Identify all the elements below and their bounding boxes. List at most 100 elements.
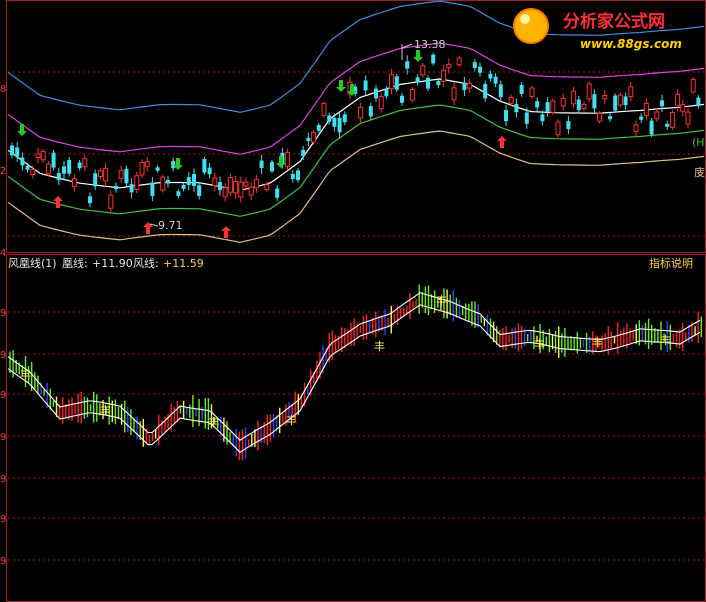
candle-body-down [504,110,508,122]
candle-body-down [62,166,66,174]
candle-body-down [129,184,134,193]
candle-body-down [368,106,373,117]
candle-body-up [108,194,114,209]
candle-body-up [134,175,140,190]
candle-body-down [176,191,181,196]
candle-body-down [394,76,399,90]
candle-body-up [643,103,649,117]
candle-body-down [472,62,477,68]
band-mid [7,78,705,191]
candle-body-up [654,111,660,120]
candle-body-up [97,170,103,177]
candle-body-up [45,163,51,175]
osc-left-tick: 9 [0,390,6,401]
candle-body-down [524,112,529,124]
candle-body-down [623,96,628,106]
candle-body-down [613,95,618,111]
candle-body-down [67,160,72,174]
osc-marker-glyph: 丰 [660,334,671,347]
candle-body-up [446,63,452,68]
arrow-down-icon [17,124,27,136]
candle-body-up [571,90,577,105]
candle-body-down [327,115,332,122]
watermark-logo: 分析家公式网 www.88gs.com [513,8,682,51]
candle-body-down [660,100,664,107]
candle-body-down [665,123,670,127]
osc-bars [9,284,702,461]
candle-body-down [259,160,264,168]
candle-body-up [243,181,249,187]
candle-body-down [181,184,186,189]
candle-body-down [337,117,342,133]
candle-body-up [680,104,686,112]
osc-marker-glyph: 丰 [286,414,297,427]
grid-lines [8,71,705,237]
candle-body-up [227,177,233,193]
candle-body-down [25,165,30,170]
candle-body-down [166,179,170,184]
candle-body-down [535,101,540,108]
osc-header-l1-value: +11.90 [92,257,133,270]
candle-body-down [540,114,545,122]
candle-body-down [342,114,347,123]
candle-body-up [311,131,317,143]
candle-body-up [586,83,592,100]
candle-body-up [103,168,109,182]
arrow-down-icon [276,156,286,168]
candle-body-down [478,66,482,73]
candle-body-up [144,161,150,168]
candle-body-up [30,169,36,175]
candle-body-down [202,159,207,173]
osc-help-link[interactable]: 指标说明 [649,256,693,270]
arrow-down-icon [336,80,346,92]
osc-marker-glyph: 丰 [534,338,545,351]
candle-body-down [649,120,654,135]
candle-body-up [675,93,681,107]
candle-body-up [685,111,691,125]
osc-grid [8,311,705,561]
candle-body-up [555,121,561,136]
watermark-ball-shine [520,14,530,24]
osc-markers: 丰丰丰 丰丰丰丰丰丰 [20,294,671,429]
candle-body-down [462,82,467,91]
right-marker-h: (H [692,136,705,149]
candle-body-up [71,178,77,188]
candle-body-down [218,182,222,191]
candle-body-down [493,76,498,84]
candle-body-up [617,94,623,106]
candle-body-up [669,112,675,128]
arrow-up-icon [497,136,507,148]
candle-body-up [118,170,124,179]
arrow-down-icon [413,50,423,62]
candle-body-down [431,54,436,64]
left-tick-top-1: 8 [0,84,6,95]
osc-header-name: 风凰线(1) [8,256,57,270]
candle-body-up [82,158,88,168]
candle-body-up [238,181,244,198]
candle-body-up [560,97,566,107]
candle-body-down [436,80,441,86]
candle-body-up [253,179,259,189]
candle-body-down [155,167,160,171]
osc-marker-glyph: 丰 [436,294,447,307]
candle-body-down [93,173,98,187]
candle-body-down [415,77,420,83]
candle-body-down [150,182,155,196]
candle-body-up [40,151,46,161]
candle-body-up [160,176,166,191]
candle-body-up [212,177,218,186]
candle-body-up [357,107,363,119]
osc-marker-glyph: 丰 [100,404,111,417]
osc-header-l1-label: 凰线: [62,256,88,270]
candle-body-down [363,80,368,91]
candle-body-up [233,181,239,194]
left-tick-top-3: 4 [0,248,6,259]
arrow-up-icon [143,222,153,234]
candle-body-down [275,188,280,198]
candle-body-down [514,104,519,113]
candle-body-up [581,103,587,110]
candle-body-down [15,147,20,157]
candle-body-down [405,61,410,69]
candle-body-down [207,167,212,175]
candle-body-down [197,185,202,196]
